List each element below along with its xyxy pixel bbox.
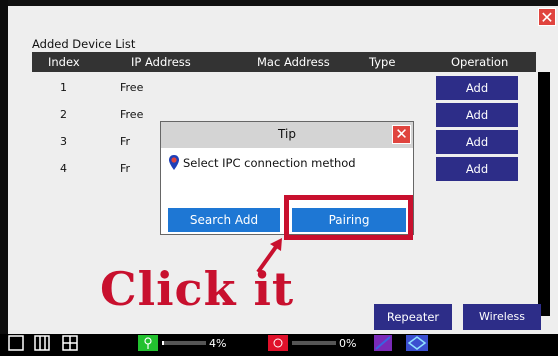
repeater-button[interactable]: Repeater: [374, 304, 452, 330]
col-type: Type: [369, 55, 396, 69]
network-icon[interactable]: [374, 335, 392, 351]
tip-header: Tip ✕: [161, 122, 413, 148]
signal-2-percent: 0%: [339, 337, 357, 350]
row-index: 3: [60, 135, 67, 148]
signal-bar-1-fill: [162, 341, 164, 345]
tip-title: Tip: [278, 127, 296, 141]
row-ip: Free: [120, 81, 144, 94]
tip-message: Select IPC connection method: [183, 156, 356, 170]
highlight-box: [284, 195, 413, 240]
add-button[interactable]: Add: [436, 157, 518, 181]
signal-bar-2-track: [292, 341, 336, 345]
camera-signal-icon: [138, 335, 158, 351]
signal-bar-1-track: [162, 341, 206, 345]
add-button[interactable]: Add: [436, 103, 518, 127]
col-ip-address: IP Address: [131, 55, 191, 69]
add-button[interactable]: Add: [436, 130, 518, 154]
add-button[interactable]: Add: [436, 76, 518, 100]
location-pin-icon: [169, 155, 179, 170]
search-add-button[interactable]: Search Add: [168, 208, 280, 232]
click-it-annotation: Click it: [100, 262, 295, 316]
wireless-status-button[interactable]: Wireless status: [463, 304, 541, 349]
table-row: 1 Free Add: [32, 74, 536, 102]
device-list-title: Added Device List: [32, 37, 136, 51]
row-index: 1: [60, 81, 67, 94]
left-edge: [0, 0, 8, 334]
col-index: Index: [48, 55, 80, 69]
wifi-icon[interactable]: [406, 335, 428, 351]
row-ip: Fr: [120, 162, 131, 175]
table-header: Index IP Address Mac Address Type Operat…: [32, 52, 536, 72]
close-icon[interactable]: ✕: [538, 8, 556, 27]
col-operation: Operation: [451, 55, 509, 69]
row-index: 4: [60, 162, 67, 175]
record-icon: [268, 335, 288, 351]
taskbar: 4% 0%: [0, 334, 558, 352]
signal-1-percent: 4%: [209, 337, 227, 350]
single-view-icon[interactable]: [8, 335, 24, 351]
row-index: 2: [60, 108, 67, 121]
grid-view-icon[interactable]: [62, 335, 78, 351]
scrollbar[interactable]: [538, 72, 550, 316]
row-ip: Fr: [120, 135, 131, 148]
col-mac-address: Mac Address: [257, 55, 330, 69]
quad-split-icon[interactable]: [34, 335, 50, 351]
row-ip: Free: [120, 108, 144, 121]
close-icon[interactable]: ✕: [392, 125, 411, 144]
